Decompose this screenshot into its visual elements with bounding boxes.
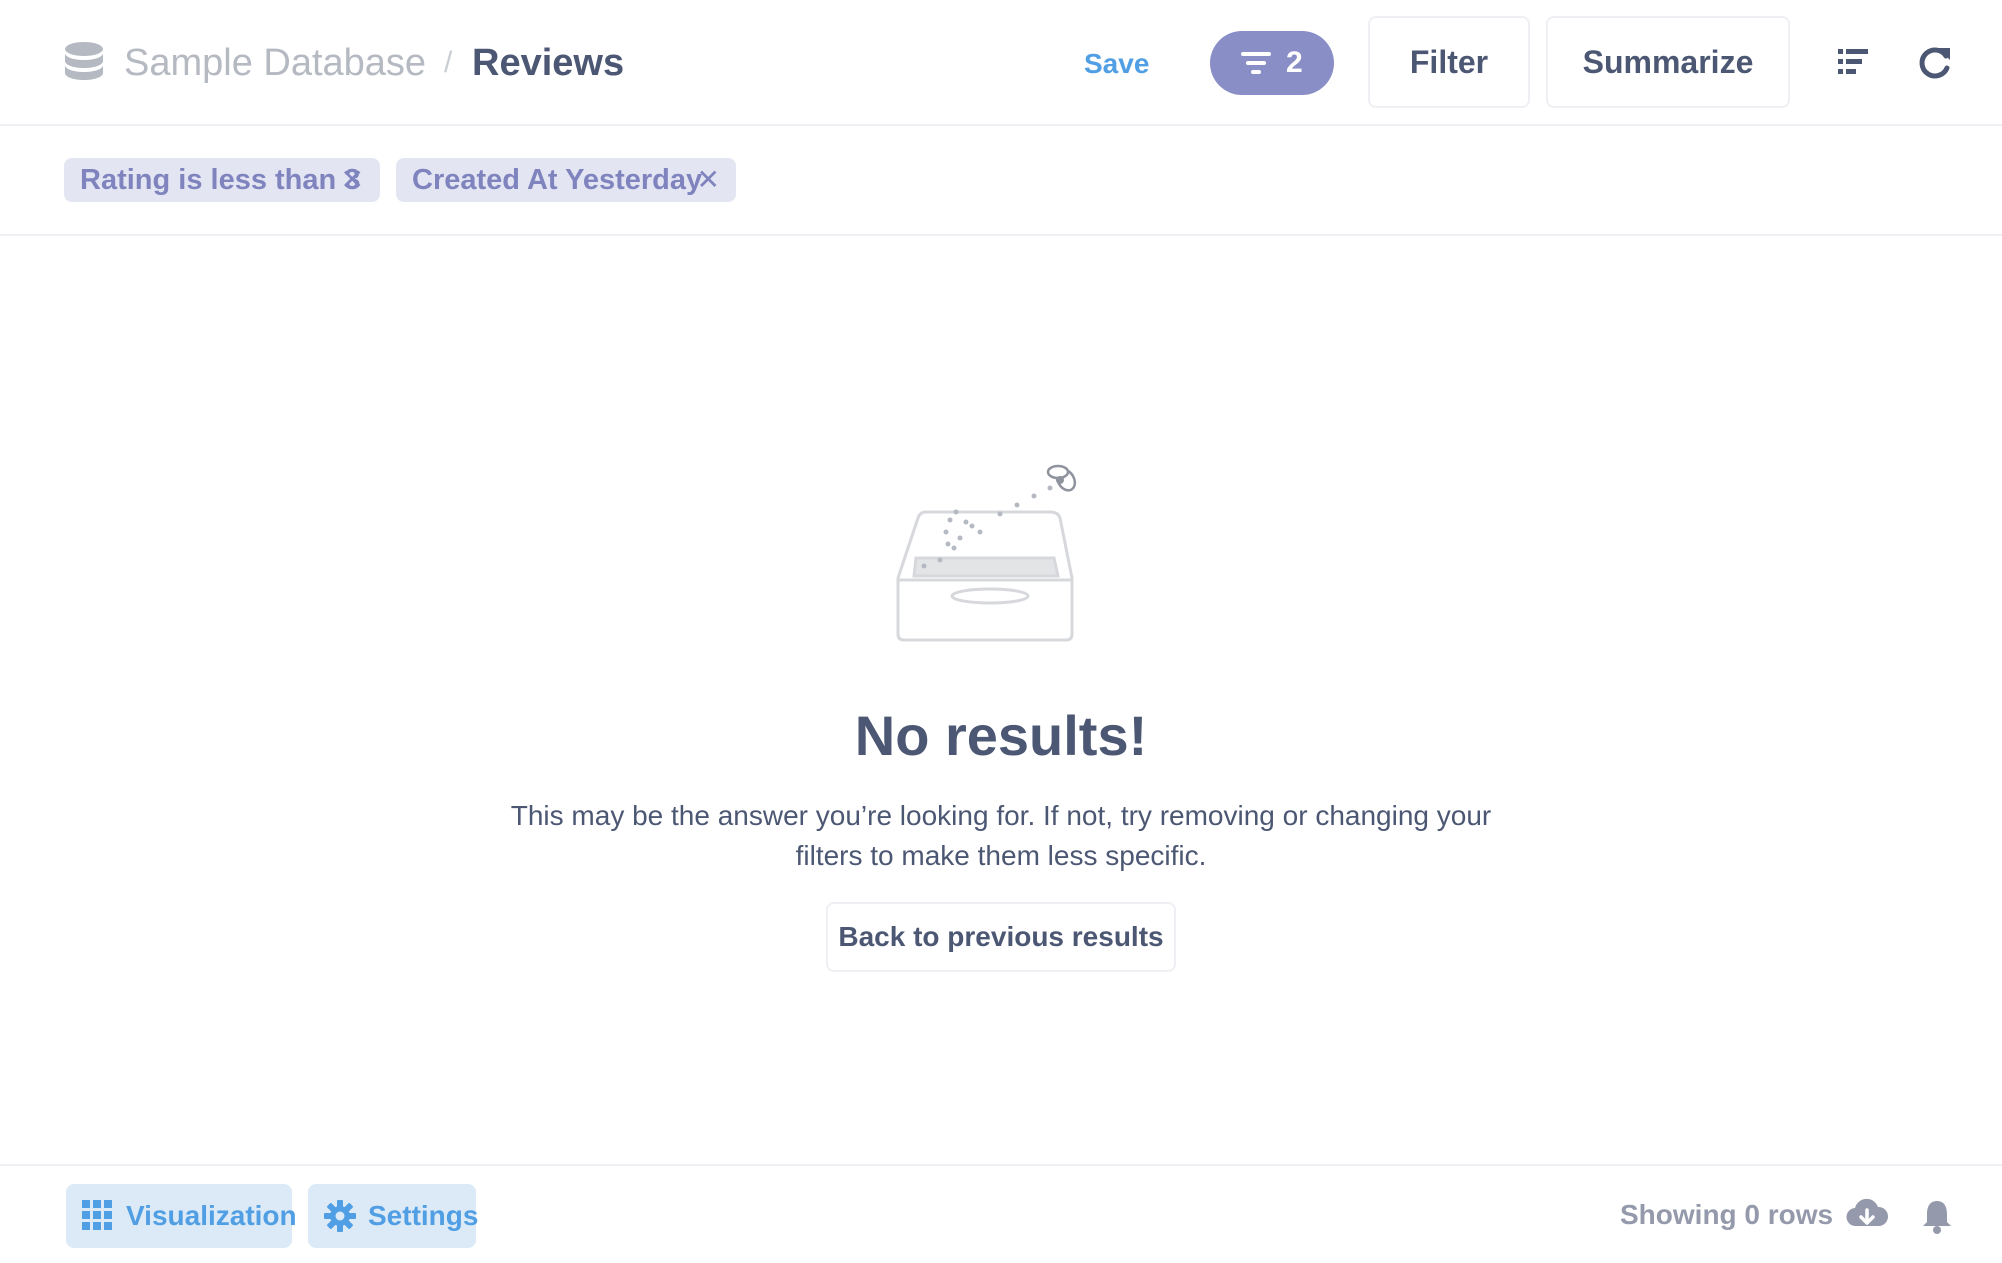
breadcrumb-separator: / — [444, 46, 453, 79]
page-title: Reviews — [472, 42, 625, 84]
gear-icon — [324, 1200, 356, 1232]
empty-state-message: This may be the answer you’re looking fo… — [510, 800, 1492, 871]
filter-count: 2 — [1286, 46, 1303, 79]
filter-icon — [1241, 52, 1271, 74]
list-icon[interactable] — [1838, 48, 1868, 76]
visualization-button[interactable]: Visualization — [66, 1184, 297, 1248]
filter-toggle-button[interactable]: 2 — [1210, 31, 1334, 95]
filter-pill-label: Rating is less than 3 — [80, 164, 361, 196]
back-to-previous-results-button[interactable]: Back to previous results — [826, 902, 1176, 972]
close-icon[interactable]: ✕ — [697, 158, 720, 202]
row-count: Showing 0 rows — [1620, 1199, 1834, 1230]
save-button[interactable]: Save — [1084, 44, 1149, 84]
settings-button[interactable]: Settings — [308, 1184, 479, 1248]
filter-button[interactable]: Filter — [1368, 16, 1530, 108]
download-icon[interactable] — [1846, 1198, 1888, 1232]
query-footer: Visualization Settings Showing 0 rows — [0, 1164, 2002, 1263]
database-icon — [65, 42, 103, 80]
filter-pill-rating[interactable]: Rating is less than 3 ✕ — [64, 158, 380, 202]
close-icon[interactable]: ✕ — [341, 158, 364, 202]
empty-state-title: No results! — [854, 704, 1148, 767]
empty-box-illustration — [896, 464, 1077, 642]
summarize-button[interactable]: Summarize — [1546, 16, 1790, 108]
refresh-icon[interactable] — [1918, 44, 1952, 80]
breadcrumb-database[interactable]: Sample Database — [124, 38, 426, 88]
bell-icon[interactable] — [1920, 1198, 1954, 1234]
filter-pill-label: Created At Yesterday — [412, 164, 703, 196]
query-header: Sample Database / Reviews Save 2 Filter … — [0, 0, 2002, 126]
filter-pill-created-at[interactable]: Created At Yesterday ✕ — [396, 158, 736, 202]
filter-bar: Rating is less than 3 ✕ Created At Yeste… — [0, 126, 2002, 236]
settings-label: Settings — [368, 1200, 479, 1231]
visualization-label: Visualization — [126, 1200, 297, 1231]
grid-icon — [82, 1200, 112, 1230]
